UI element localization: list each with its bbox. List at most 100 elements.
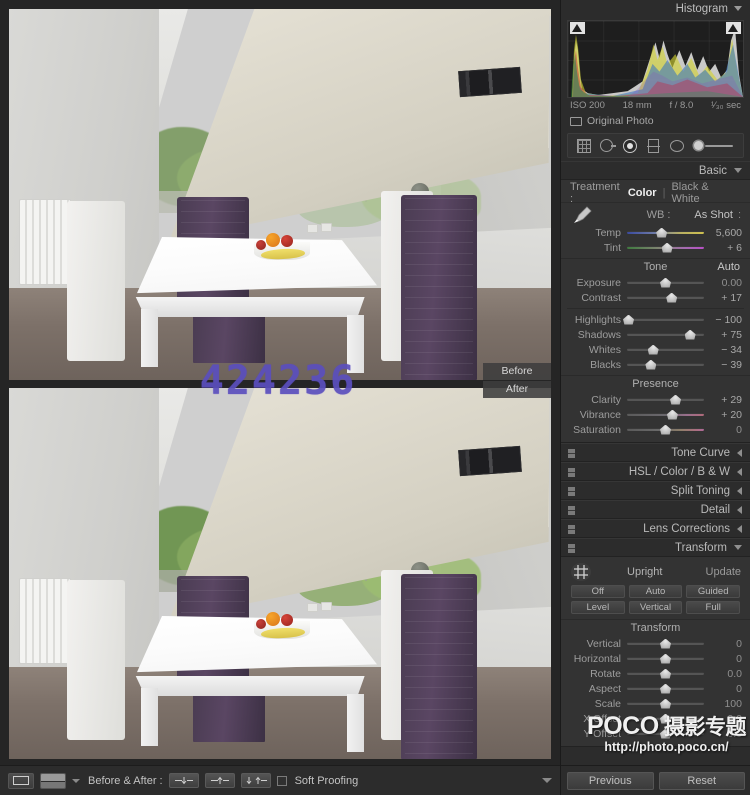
histogram-graph[interactable] (567, 20, 744, 98)
slider-knob[interactable] (660, 728, 671, 739)
slider-value[interactable]: 0.0 (710, 713, 742, 725)
swap-before-after-button[interactable] (240, 773, 271, 788)
treatment-color-option[interactable]: Color (622, 187, 663, 199)
chevron-left-icon[interactable] (737, 467, 742, 476)
sidebar-item-hsl-color-bw[interactable]: HSL / Color / B & W (561, 462, 750, 481)
slider-track-area[interactable] (627, 728, 704, 740)
histogram-header[interactable]: Histogram (561, 0, 750, 17)
slider-row-blacks[interactable]: Blacks − 39 (561, 357, 750, 372)
slider-track-area[interactable] (627, 698, 704, 710)
slider-knob[interactable] (660, 668, 671, 679)
slider-value[interactable]: + 6 (710, 242, 742, 254)
slider-knob[interactable] (623, 314, 635, 325)
slider-knob[interactable] (666, 409, 678, 420)
upright-guided-button[interactable]: Guided (686, 585, 741, 598)
sidebar-item-transform[interactable]: Transform (561, 538, 750, 557)
slider-knob[interactable] (660, 713, 671, 724)
upright-off-button[interactable]: Off (571, 585, 625, 598)
upright-auto-button[interactable]: Auto (628, 585, 683, 598)
slider-knob[interactable] (660, 683, 671, 694)
slider-value[interactable]: + 17 (710, 292, 742, 304)
copy-after-to-before-button[interactable] (204, 773, 235, 788)
panel-switch-icon[interactable] (568, 544, 575, 553)
slider-value[interactable]: 0 (710, 683, 742, 695)
toolbar-chevron-down-icon[interactable] (542, 778, 552, 783)
slider-value[interactable]: − 39 (710, 359, 742, 371)
slider-knob[interactable] (670, 394, 681, 405)
panel-switch-icon[interactable] (568, 506, 575, 515)
slider-knob[interactable] (656, 227, 668, 238)
panel-switch-icon[interactable] (568, 468, 575, 477)
slider-row-whites[interactable]: Whites − 34 (561, 342, 750, 357)
slider-row-shadows[interactable]: Shadows + 75 (561, 327, 750, 342)
slider-row-highlights[interactable]: Highlights − 100 (561, 312, 750, 327)
wb-dropdown-icon[interactable]: : (733, 209, 741, 221)
slider-knob[interactable] (660, 698, 671, 709)
slider-value[interactable]: 0.0 (710, 728, 742, 740)
original-photo-row[interactable]: Original Photo (561, 111, 750, 131)
slider-row-y-offset[interactable]: Y Offset 0.0 (561, 726, 750, 741)
basic-section-header[interactable]: Basic (561, 161, 750, 180)
slider-row-scale[interactable]: Scale 100 (561, 696, 750, 711)
slider-row-rotate[interactable]: Rotate 0.0 (561, 666, 750, 681)
slider-knob[interactable] (660, 653, 671, 664)
slider-row-exposure[interactable]: Exposure 0.00 (561, 275, 750, 290)
before-photo[interactable] (9, 9, 551, 380)
slider-row-horizontal[interactable]: Horizontal 0 (561, 651, 750, 666)
chevron-down-icon[interactable] (734, 168, 742, 173)
loupe-view-button[interactable] (8, 772, 34, 789)
slider-knob[interactable] (660, 424, 671, 435)
sidebar-item-lens-corrections[interactable]: Lens Corrections (561, 519, 750, 538)
slider-track-area[interactable] (627, 359, 704, 371)
slider-track-area[interactable] (627, 638, 704, 650)
slider-row-x-offset[interactable]: X Offset 0.0 (561, 711, 750, 726)
slider-track-area[interactable] (627, 227, 704, 239)
wb-value[interactable]: As Shot (694, 209, 733, 221)
slider-knob[interactable] (645, 359, 657, 370)
slider-knob[interactable] (661, 242, 673, 253)
upright-vertical-button[interactable]: Vertical (628, 601, 683, 614)
sidebar-item-tone-curve[interactable]: Tone Curve (561, 443, 750, 462)
copy-before-to-after-button[interactable] (168, 773, 199, 788)
sidebar-item-detail[interactable]: Detail (561, 500, 750, 519)
chevron-left-icon[interactable] (737, 486, 742, 495)
reset-button[interactable]: Reset (658, 771, 745, 790)
shadow-clipping-indicator[interactable] (570, 22, 585, 34)
red-eye-tool[interactable] (622, 137, 639, 154)
slider-track-area[interactable] (627, 329, 704, 341)
slider-row-clarity[interactable]: Clarity + 29 (561, 392, 750, 407)
panel-switch-icon[interactable] (568, 525, 575, 534)
slider-track-area[interactable] (627, 668, 704, 680)
slider-track-area[interactable] (627, 292, 704, 304)
slider-value[interactable]: 0 (710, 638, 742, 650)
slider-track-area[interactable] (627, 713, 704, 725)
slider-knob[interactable] (684, 329, 696, 340)
slider-knob[interactable] (660, 638, 671, 649)
chevron-down-icon[interactable] (734, 6, 742, 11)
slider-row-tint[interactable]: Tint + 6 (561, 240, 750, 255)
soft-proofing-checkbox[interactable] (276, 775, 287, 786)
chevron-left-icon[interactable] (737, 448, 742, 457)
slider-track-area[interactable] (627, 683, 704, 695)
slider-value[interactable]: 0 (710, 424, 742, 436)
slider-value[interactable]: − 34 (710, 344, 742, 356)
spot-removal-tool[interactable] (598, 137, 617, 154)
slider-value[interactable]: + 20 (710, 409, 742, 421)
slider-knob[interactable] (647, 344, 659, 355)
radial-filter-tool[interactable] (668, 137, 685, 154)
white-balance-eyedropper-tool[interactable] (571, 205, 593, 225)
slider-value[interactable]: 0.00 (710, 277, 742, 289)
slider-row-contrast[interactable]: Contrast + 17 (561, 290, 750, 305)
slider-track-area[interactable] (623, 314, 704, 326)
panel-switch-icon[interactable] (568, 487, 575, 496)
treatment-bw-option[interactable]: Black & White (665, 181, 741, 205)
slider-value[interactable]: 0 (710, 653, 742, 665)
crop-overlay-tool[interactable] (575, 137, 592, 154)
slider-value[interactable]: − 100 (710, 314, 742, 326)
graduated-filter-tool[interactable] (645, 137, 662, 154)
highlight-clipping-indicator[interactable] (726, 22, 741, 34)
slider-knob[interactable] (666, 292, 678, 303)
adjustment-brush-tool[interactable] (692, 137, 736, 154)
slider-row-vibrance[interactable]: Vibrance + 20 (561, 407, 750, 422)
slider-track-area[interactable] (627, 424, 704, 436)
